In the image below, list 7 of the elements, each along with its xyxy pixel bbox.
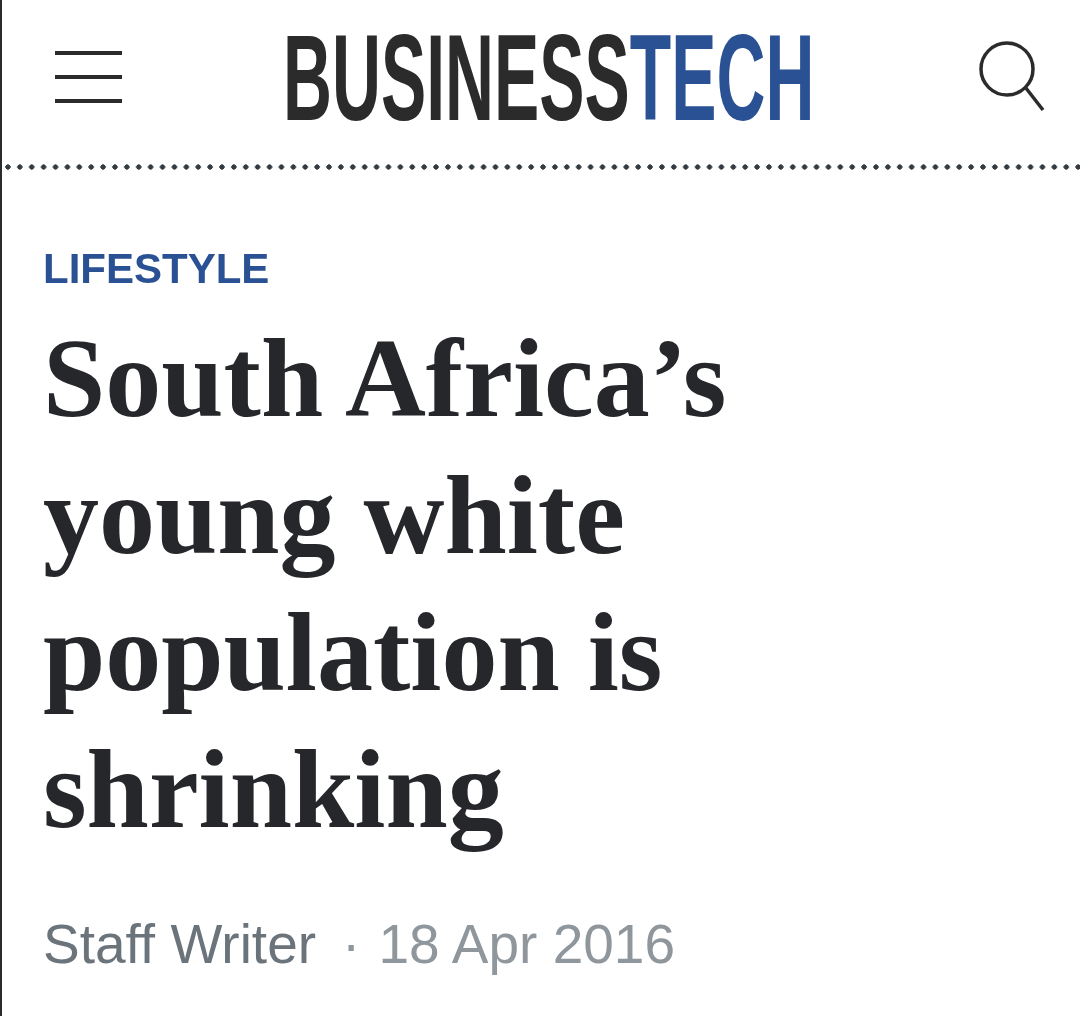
publish-date: 18 Apr 2016 <box>378 912 676 976</box>
menu-icon[interactable] <box>55 51 122 103</box>
separator-dot: · <box>342 912 361 976</box>
article-headline: South Africa’s young white population is shrinking <box>43 315 728 854</box>
author-name: Staff Writer <box>43 912 317 976</box>
site-logo[interactable]: BUSINESSTECH <box>282 17 814 139</box>
category-link[interactable]: LIFESTYLE <box>43 241 270 296</box>
